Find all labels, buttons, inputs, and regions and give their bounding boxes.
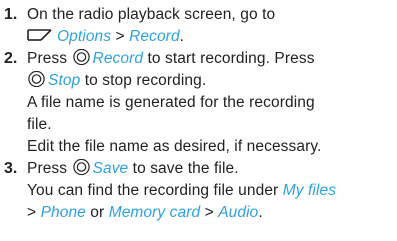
keyword: Audio [218, 204, 259, 221]
keyword: Options [57, 28, 112, 45]
punctuation: . [179, 28, 185, 45]
keyword: Memory card [108, 204, 201, 221]
step-line: file. [27, 114, 391, 136]
text: Press [27, 160, 72, 177]
instruction-page: 1. On the radio playback screen, go to O… [0, 0, 397, 241]
step-body: On the radio playback screen, go to Opti… [27, 4, 391, 48]
text: to save the file. [128, 160, 239, 177]
step-line: On the radio playback screen, go to [27, 4, 391, 26]
text: Press [27, 50, 72, 67]
step-number: 1. [4, 6, 18, 23]
step-line: Press Record to start recording. Press [27, 48, 391, 70]
step-line: > Phone or Memory card > Audio. [27, 202, 391, 224]
step-body: Press Record to start recording. Press S… [27, 48, 391, 158]
keyword: My files [282, 182, 337, 199]
text: Edit the file name as desired, if necess… [27, 138, 322, 155]
text: On the radio playback screen, go to [27, 6, 276, 23]
step-line: Press Save to save the file. [27, 158, 391, 180]
step-body: Press Save to save the file. You can fin… [27, 158, 391, 224]
text: A file name is generated for the recordi… [27, 94, 315, 111]
keyword: Record [129, 28, 180, 45]
ok-key-icon [72, 158, 91, 176]
step-line: Edit the file name as desired, if necess… [27, 136, 391, 158]
separator: > [111, 28, 130, 45]
punctuation: . [258, 204, 263, 221]
separator: > [200, 204, 219, 221]
step-number: 2. [4, 50, 18, 67]
text: You can find the recording file under [27, 182, 283, 199]
keyword: Save [92, 160, 129, 177]
step-number: 3. [4, 160, 18, 177]
keyword: Phone [40, 204, 86, 221]
step-line: Options > Record. [27, 26, 391, 48]
ok-key-icon [72, 48, 91, 66]
keyword: Stop [48, 72, 81, 89]
text: file. [27, 116, 52, 133]
text: to start recording. Press [143, 50, 315, 67]
step-line: You can find the recording file under My… [27, 180, 391, 202]
text: or [85, 204, 109, 221]
ok-key-icon [27, 70, 46, 88]
keyword: Record [92, 50, 144, 67]
text: to stop recording. [80, 72, 207, 89]
step-line: Stop to stop recording. [27, 70, 391, 92]
separator: > [27, 204, 41, 221]
step-line: A file name is generated for the recordi… [27, 92, 391, 114]
softkey-icon [27, 27, 53, 41]
